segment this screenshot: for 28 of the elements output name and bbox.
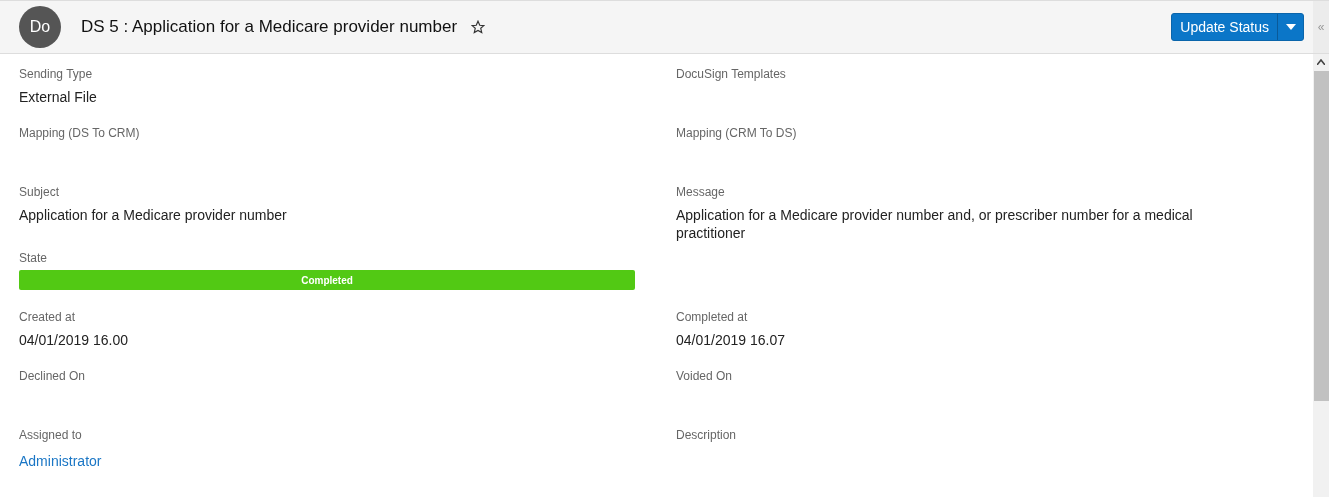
field-value: Application for a Medicare provider number — [19, 206, 288, 224]
scroll-up-icon[interactable] — [1317, 59, 1325, 65]
record-title: DS 5 : Application for a Medicare provider number — [81, 16, 458, 39]
field-label: State — [19, 250, 48, 266]
caret-icon — [1285, 24, 1296, 30]
field-value: Application for a Medicare provider number and, or prescriber number for a medical practitioner — [676, 206, 1194, 242]
state-bar: Completed — [19, 270, 635, 290]
field-label: Mapping (CRM To DS) — [676, 125, 797, 141]
star-icon[interactable] — [471, 20, 486, 34]
scrollbar[interactable] — [1313, 54, 1329, 497]
field-label: Declined On — [19, 368, 86, 384]
field-value: External File — [19, 88, 98, 106]
field-value: 04/01/2019 16.07 — [676, 331, 786, 349]
field-label: DocuSign Templates — [676, 66, 786, 82]
field-value: 04/01/2019 16.00 — [19, 331, 129, 349]
field-label: Message — [676, 184, 725, 200]
assigned-user-link[interactable]: Administrator — [19, 453, 102, 469]
field-label: Completed at — [676, 309, 748, 325]
avatar: Do — [19, 6, 61, 48]
field-label: Created at — [19, 309, 76, 325]
field-label: Assigned to — [19, 427, 82, 443]
field-label: Mapping (DS To CRM) — [19, 125, 140, 141]
field-label: Description — [676, 427, 737, 443]
collapse-panel-button[interactable]: « — [1313, 1, 1329, 53]
field-label: Subject — [19, 184, 60, 200]
field-label: Voided On — [676, 368, 733, 384]
scrollbar-thumb[interactable] — [1313, 71, 1329, 401]
field-label: Sending Type — [19, 66, 93, 82]
